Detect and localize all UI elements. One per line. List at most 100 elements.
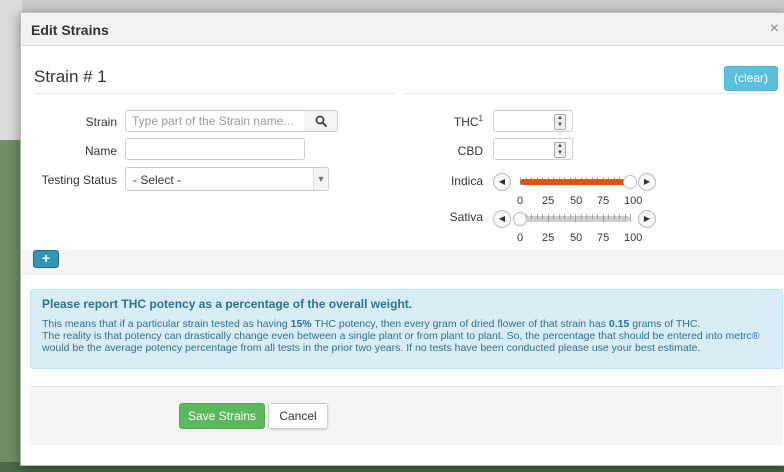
info-body: This means that if a particular strain t… — [42, 318, 772, 354]
cbd-label: CBD — [457, 144, 483, 158]
info-line2: The reality is that potency can drastica… — [42, 330, 760, 354]
info-line1-b: 15% — [290, 318, 312, 330]
indica-tick-mark — [580, 177, 582, 182]
info-line1-e: grams of THC. — [629, 318, 701, 330]
add-strain-row — [22, 250, 784, 275]
indica-tick-mark — [564, 177, 565, 182]
background-top — [0, 0, 784, 12]
thc-spinner[interactable]: ▲ ▼ — [554, 114, 566, 130]
indica-tick-mark — [569, 177, 571, 182]
indica-tick-100: 100 — [624, 195, 643, 207]
cbd-spinner[interactable]: ▲ ▼ — [554, 142, 566, 158]
sativa-decrease-button[interactable]: ◀ — [493, 210, 511, 228]
chevron-right-icon: ▶ — [643, 177, 651, 186]
indica-tick-mark — [591, 177, 593, 182]
chevron-left-icon: ◀ — [498, 177, 506, 186]
indica-tick-mark — [586, 177, 587, 182]
indica-slider-thumb[interactable] — [623, 175, 637, 189]
divider-right — [404, 93, 774, 94]
sativa-tick-mark — [531, 214, 532, 219]
indica-tick-0: 0 — [517, 195, 524, 207]
indica-slider-track[interactable] — [520, 177, 631, 185]
sativa-tick-mark — [608, 214, 609, 219]
sativa-tick-mark — [591, 214, 593, 219]
sativa-increase-button[interactable]: ▶ — [638, 210, 656, 228]
indica-increase-button[interactable]: ▶ — [638, 173, 656, 191]
indica-tick-50: 50 — [570, 195, 583, 207]
sativa-tick-mark — [564, 214, 565, 219]
indica-tick-mark — [553, 177, 554, 182]
thc-info-alert: Please report THC potency as a percentag… — [30, 289, 783, 369]
indica-tick-mark — [531, 177, 532, 182]
sativa-tick-0: 0 — [517, 232, 524, 244]
sativa-slider-track[interactable] — [520, 214, 631, 222]
indica-slider-ticks — [520, 177, 631, 185]
save-strains-button[interactable]: Save Strains — [179, 403, 265, 429]
search-button[interactable] — [304, 110, 338, 132]
thc-label-text: THC — [453, 115, 479, 129]
edit-strains-modal: Edit Strains × Strain # 1 (clear) Strain… — [20, 12, 784, 466]
indica-tick-mark — [619, 177, 620, 182]
add-strain-button[interactable]: + — [33, 250, 59, 268]
indica-tick-mark — [597, 177, 598, 182]
strain-search-input[interactable] — [125, 110, 305, 132]
background-left-top — [0, 0, 22, 140]
indica-decrease-button[interactable]: ◀ — [493, 173, 511, 191]
info-title: Please report THC potency as a percentag… — [42, 297, 413, 311]
strain-label: Strain — [85, 115, 117, 129]
info-line1-d: 0.15 — [608, 318, 630, 330]
info-line1-c: THC potency, then every gram of dried fl… — [311, 318, 609, 330]
sativa-tick-mark — [597, 214, 598, 219]
indica-tick-mark — [520, 177, 521, 185]
sativa-tick-mark — [558, 214, 560, 219]
indica-tick-mark — [547, 177, 549, 185]
close-icon[interactable]: × — [770, 20, 779, 38]
chevron-left-icon: ◀ — [498, 214, 506, 223]
sativa-slider-thumb[interactable] — [513, 212, 527, 226]
divider-left — [34, 93, 394, 94]
sativa-tick-mark — [569, 214, 571, 219]
indica-tick-mark — [542, 177, 543, 182]
sativa-tick-mark — [542, 214, 543, 219]
cbd-input[interactable]: ▲ ▼ — [493, 138, 573, 160]
sativa-tick-mark — [580, 214, 582, 219]
sativa-tick-mark — [536, 214, 538, 219]
thc-label: THC1 — [441, 114, 483, 129]
sativa-tick-50: 50 — [570, 232, 583, 244]
sativa-tick-mark — [586, 214, 587, 219]
sativa-tick-75: 75 — [597, 232, 610, 244]
indica-tick-mark — [558, 177, 560, 182]
sativa-tick-25: 25 — [542, 232, 555, 244]
testing-status-select[interactable]: - Select - ▼ — [125, 167, 329, 191]
sativa-label: Sativa — [449, 210, 483, 224]
sativa-tick-mark — [619, 214, 620, 219]
modal-footer — [30, 386, 783, 445]
search-icon — [315, 115, 327, 127]
chevron-right-icon: ▶ — [643, 214, 651, 223]
chevron-down-icon: ▼ — [313, 168, 328, 190]
indica-tick-75: 75 — [597, 195, 610, 207]
indica-tick-mark — [525, 177, 527, 182]
testing-status-value: - Select - — [133, 173, 182, 187]
indica-tick-25: 25 — [542, 195, 555, 207]
modal-title: Edit Strains — [31, 22, 109, 38]
sativa-tick-mark — [630, 214, 631, 222]
name-label: Name — [84, 144, 117, 158]
cancel-button[interactable]: Cancel — [268, 403, 328, 429]
sativa-tick-mark — [613, 214, 615, 219]
name-input[interactable] — [125, 138, 305, 160]
indica-tick-mark — [575, 177, 576, 185]
thc-footnote: 1 — [478, 114, 483, 123]
indica-tick-mark — [613, 177, 615, 182]
indica-tick-mark — [608, 177, 609, 182]
sativa-tick-mark — [553, 214, 554, 219]
indica-tick-mark — [536, 177, 538, 182]
sativa-tick-mark — [624, 214, 626, 219]
modal-header: Edit Strains × — [21, 13, 784, 46]
sativa-tick-mark — [575, 214, 576, 222]
info-line1-a: This means that if a particular strain t… — [42, 318, 291, 330]
sativa-slider-ticks — [520, 214, 631, 222]
clear-button[interactable]: (clear) — [724, 66, 778, 91]
thc-input[interactable]: ▲ ▼ — [493, 110, 573, 132]
testing-status-label: Testing Status — [41, 173, 117, 187]
